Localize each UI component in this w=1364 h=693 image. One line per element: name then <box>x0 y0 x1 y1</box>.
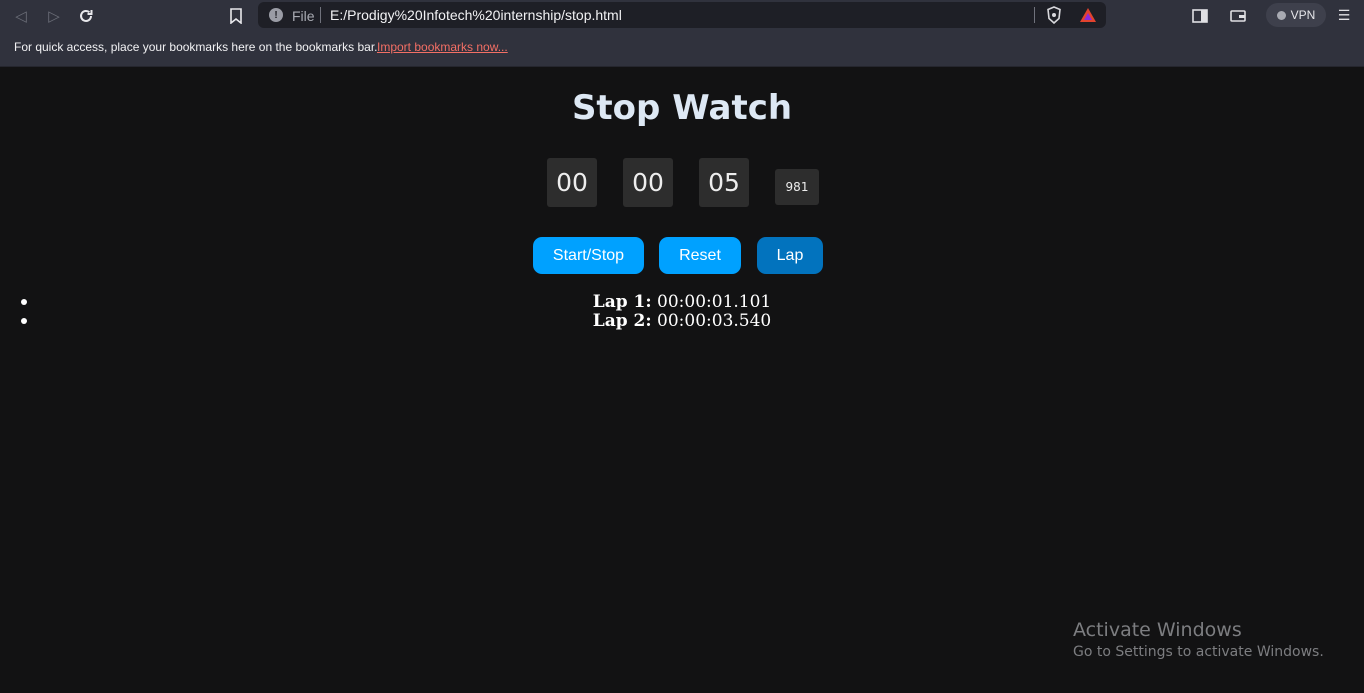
browser-toolbar: ◁ ▷ ! File E:/Prodigy%20Infotech%20inter… <box>0 0 1364 31</box>
hours-display: 00 <box>547 158 597 207</box>
sidebar-icon[interactable] <box>1190 6 1210 26</box>
separator <box>320 7 321 23</box>
start-stop-button[interactable]: Start/Stop <box>533 237 644 274</box>
minutes-display: 00 <box>623 158 673 207</box>
activate-windows-title: Activate Windows <box>1073 619 1242 641</box>
brave-shields-icon[interactable] <box>1046 6 1062 24</box>
separator <box>1034 7 1035 23</box>
seconds-display: 05 <box>699 158 749 207</box>
forward-icon[interactable]: ▷ <box>43 5 65 27</box>
bullet <box>21 318 27 324</box>
milliseconds-display: 981 <box>775 169 819 205</box>
wallet-icon[interactable] <box>1228 6 1248 26</box>
lap-label: Lap 2: <box>592 311 652 331</box>
lap-time: 00:00:03.540 <box>657 311 772 331</box>
page-title: Stop Watch <box>571 88 793 128</box>
vpn-status-icon <box>1276 10 1286 20</box>
lap-label: Lap 1: <box>592 292 652 312</box>
vpn-button[interactable]: VPN <box>1266 3 1326 27</box>
bookmark-icon[interactable] <box>225 5 247 27</box>
bookmarks-bar: For quick access, place your bookmarks h… <box>0 31 1364 67</box>
address-bar[interactable]: ! File E:/Prodigy%20Infotech%20internshi… <box>258 2 1106 28</box>
lap-time: 00:00:01.101 <box>657 292 772 312</box>
file-scheme-label: File <box>292 8 315 24</box>
lap-list: Lap 1: 00:00:01.101 Lap 2: 00:00:03.540 <box>0 292 1364 331</box>
lap-item: Lap 1: 00:00:01.101 <box>0 292 1364 312</box>
back-icon[interactable]: ◁ <box>10 5 32 27</box>
site-info-icon[interactable]: ! <box>269 8 283 22</box>
lap-item: Lap 2: 00:00:03.540 <box>0 311 1364 331</box>
bookmarks-hint: For quick access, place your bookmarks h… <box>14 40 378 54</box>
reset-button[interactable]: Reset <box>659 237 741 274</box>
vpn-label: VPN <box>1290 8 1316 22</box>
reload-icon[interactable] <box>75 5 97 27</box>
brave-rewards-icon[interactable] <box>1079 7 1097 23</box>
menu-icon[interactable]: ☰ <box>1334 6 1354 26</box>
url-text[interactable]: E:/Prodigy%20Infotech%20internship/stop.… <box>330 7 622 23</box>
lap-button[interactable]: Lap <box>757 237 823 274</box>
import-bookmarks-link[interactable]: Import bookmarks now... <box>377 40 508 54</box>
bullet <box>21 299 27 305</box>
activate-windows-subtitle: Go to Settings to activate Windows. <box>1073 644 1324 660</box>
